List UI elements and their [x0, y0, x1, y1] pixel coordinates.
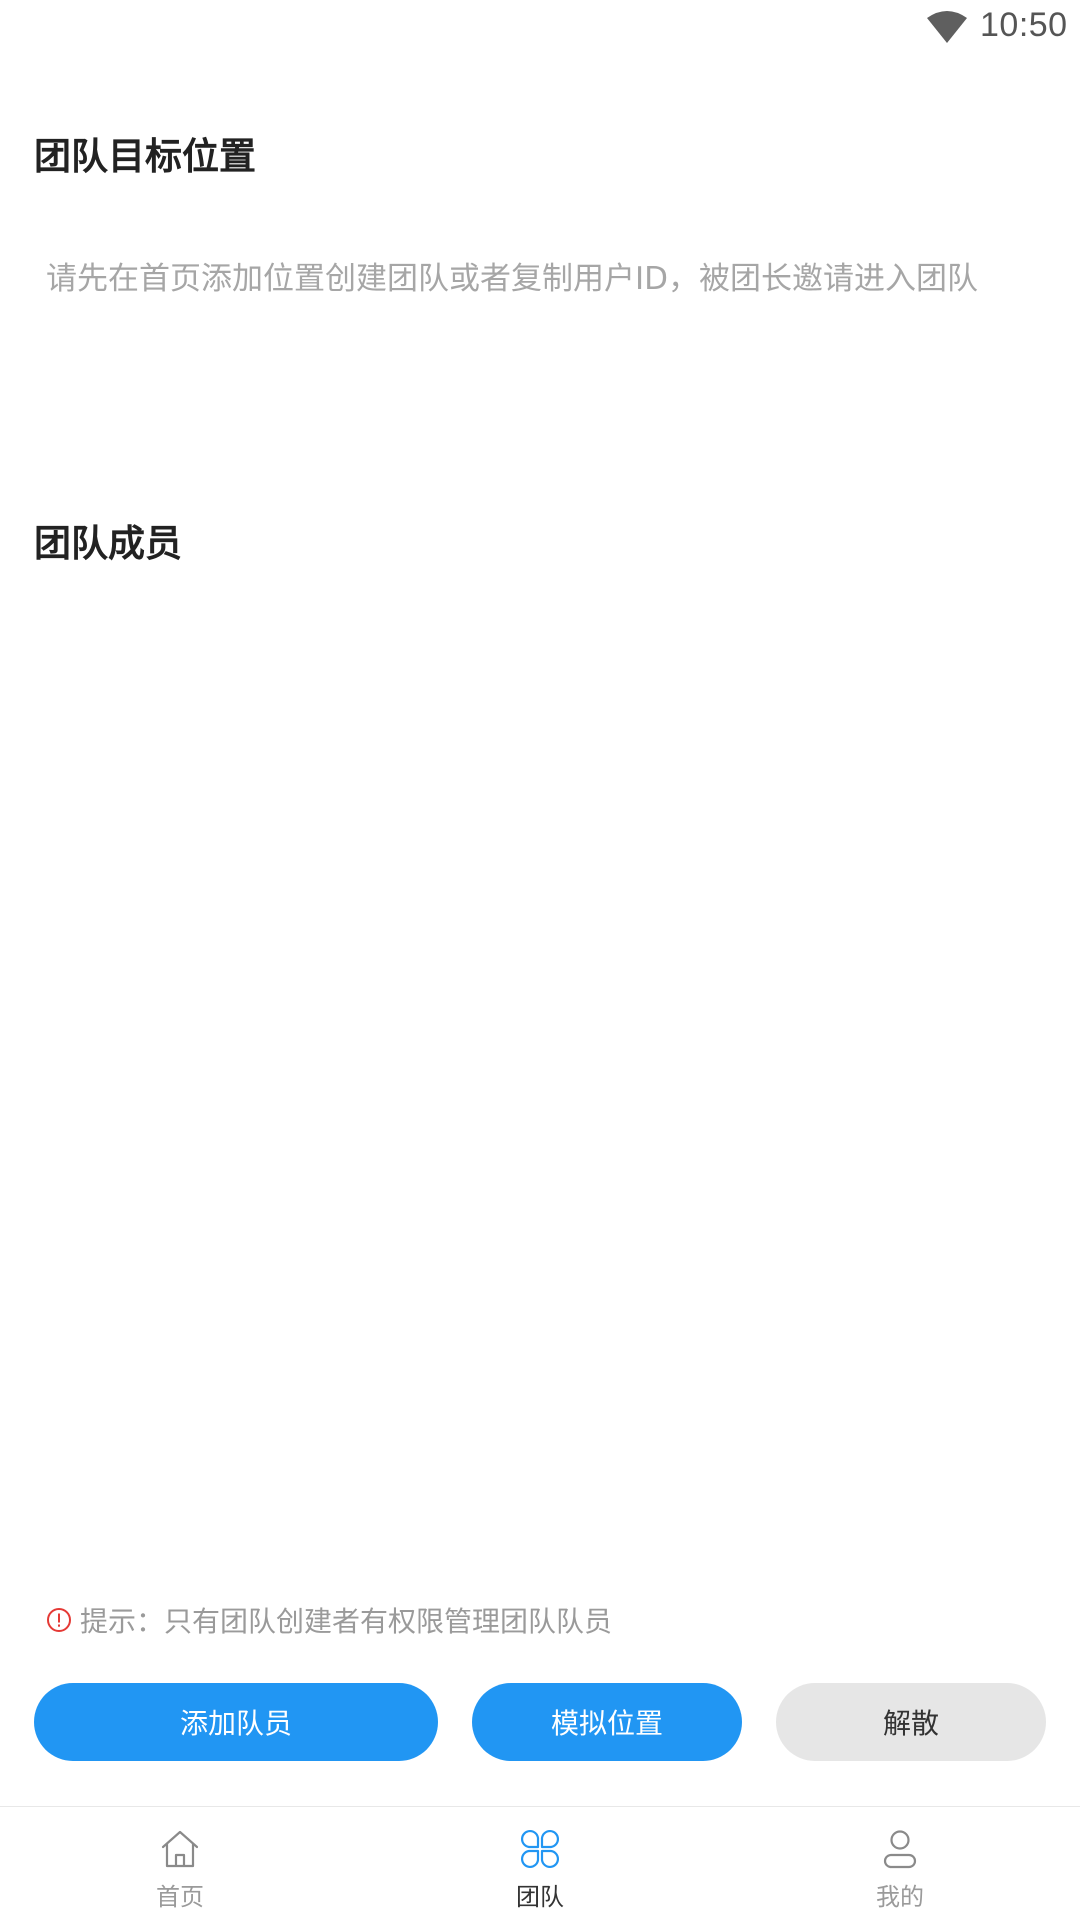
target-location-title: 团队目标位置 [34, 135, 256, 178]
target-location-hint: 请先在首页添加位置创建团队或者复制用户ID，被团长邀请进入团队 [46, 261, 979, 297]
disband-team-button[interactable]: 解散 [776, 1683, 1046, 1761]
wifi-icon [927, 11, 967, 43]
nav-label-home: 首页 [156, 1883, 204, 1911]
team-member-list [34, 580, 1046, 1570]
home-icon [161, 1830, 199, 1868]
status-time: 10:50 [980, 6, 1068, 44]
tip-text: 提示：只有团队创建者有权限管理团队队员 [80, 1605, 613, 1638]
nav-label-team: 团队 [516, 1883, 564, 1911]
team-members-title: 团队成员 [34, 522, 182, 565]
status-bar: 10:50 [0, 0, 1080, 56]
simulate-location-button[interactable]: 模拟位置 [472, 1683, 742, 1761]
team-grid-icon [520, 1829, 560, 1869]
nav-item-home[interactable]: 首页 [80, 1807, 280, 1921]
alert-circle-icon [47, 1608, 71, 1632]
nav-item-mine[interactable]: 我的 [800, 1807, 1000, 1921]
add-member-button[interactable]: 添加队员 [34, 1683, 438, 1761]
nav-label-mine: 我的 [876, 1883, 924, 1911]
nav-item-team[interactable]: 团队 [440, 1807, 640, 1921]
user-icon [883, 1830, 917, 1869]
permission-tip: 提示：只有团队创建者有权限管理团队队员 [46, 1602, 612, 1638]
bottom-navigation: 首页 团队 我的 [0, 1806, 1080, 1920]
